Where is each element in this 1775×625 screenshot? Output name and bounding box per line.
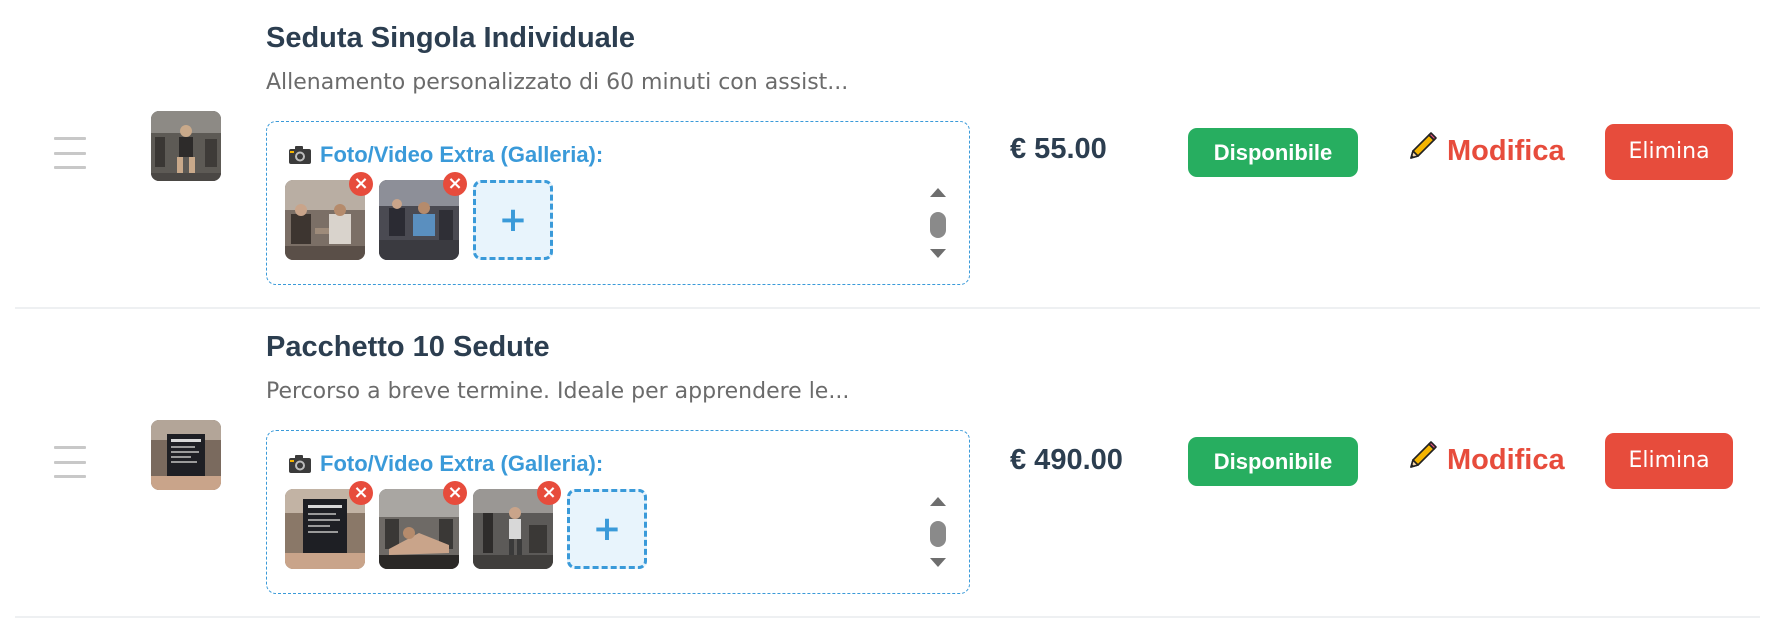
service-description: Percorso a breve termine. Ideale per app…	[266, 379, 850, 404]
scroll-down-icon[interactable]	[930, 558, 946, 567]
scroll-up-icon[interactable]	[930, 497, 946, 506]
close-icon[interactable]: ×	[443, 172, 467, 196]
pencil-icon	[1405, 439, 1439, 481]
drag-handle-icon[interactable]	[54, 137, 86, 169]
service-row: Seduta Singola Individuale Allenamento p…	[15, 0, 1760, 309]
camera-icon	[288, 145, 312, 165]
gallery-box: Foto/Video Extra (Galleria): × × +	[266, 121, 970, 285]
gallery-label: Foto/Video Extra (Galleria):	[320, 142, 604, 167]
pencil-icon	[1405, 130, 1439, 172]
edit-button[interactable]: Modifica	[1405, 131, 1565, 171]
service-thumbnail-image	[151, 420, 221, 490]
delete-button[interactable]: Elimina	[1605, 124, 1733, 180]
service-thumbnail-image	[151, 111, 221, 181]
service-title: Pacchetto 10 Sedute	[266, 331, 550, 363]
close-icon[interactable]: ×	[349, 172, 373, 196]
media-item[interactable]: ×	[379, 481, 467, 569]
status-badge: Disponibile	[1188, 128, 1358, 177]
service-thumbnail	[151, 111, 221, 181]
scroll-down-icon[interactable]	[930, 249, 946, 258]
close-icon[interactable]: ×	[443, 481, 467, 505]
media-item[interactable]: ×	[473, 481, 561, 569]
add-media-button[interactable]: +	[567, 489, 647, 569]
service-description: Allenamento personalizzato di 60 minuti …	[266, 70, 849, 95]
edit-label: Modifica	[1447, 134, 1565, 167]
service-price: € 55.00	[1010, 133, 1107, 165]
gallery-heading: Foto/Video Extra (Galleria):	[288, 142, 603, 168]
camera-icon	[288, 454, 312, 474]
status-badge: Disponibile	[1188, 437, 1358, 486]
gallery-scrollbar[interactable]	[928, 497, 948, 567]
drag-handle-icon[interactable]	[54, 446, 86, 478]
service-price: € 490.00	[1010, 444, 1123, 476]
media-item[interactable]: ×	[379, 172, 467, 260]
add-media-button[interactable]: +	[473, 180, 553, 260]
gallery-label: Foto/Video Extra (Galleria):	[320, 451, 604, 476]
close-icon[interactable]: ×	[537, 481, 561, 505]
scroll-up-icon[interactable]	[930, 188, 946, 197]
scroll-thumb[interactable]	[930, 212, 946, 238]
gallery-heading: Foto/Video Extra (Galleria):	[288, 451, 603, 477]
scroll-thumb[interactable]	[930, 521, 946, 547]
close-icon[interactable]: ×	[349, 481, 373, 505]
edit-button[interactable]: Modifica	[1405, 440, 1565, 480]
service-title: Seduta Singola Individuale	[266, 22, 635, 54]
gallery-box: Foto/Video Extra (Galleria): × × × +	[266, 430, 970, 594]
gallery-scrollbar[interactable]	[928, 188, 948, 258]
edit-label: Modifica	[1447, 443, 1565, 476]
service-list: Seduta Singola Individuale Allenamento p…	[15, 0, 1760, 625]
service-row: Pacchetto 10 Sedute Percorso a breve ter…	[15, 309, 1760, 618]
delete-button[interactable]: Elimina	[1605, 433, 1733, 489]
media-item[interactable]: ×	[285, 172, 373, 260]
service-thumbnail	[151, 420, 221, 490]
media-item[interactable]: ×	[285, 481, 373, 569]
